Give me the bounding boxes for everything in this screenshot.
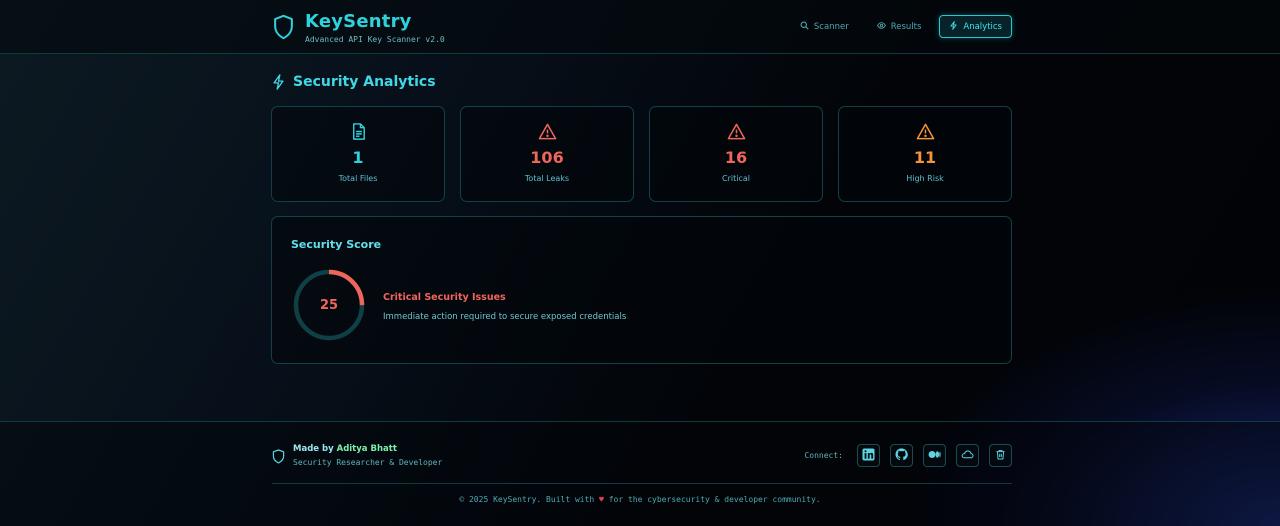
stat-card-total-leaks: 106 Total Leaks xyxy=(460,106,634,202)
author-role: Security Researcher & Developer xyxy=(293,458,443,467)
shield-icon xyxy=(272,444,285,468)
shield-icon xyxy=(272,14,295,44)
nav-analytics-button[interactable]: Analytics xyxy=(939,15,1012,38)
stat-value: 106 xyxy=(530,148,564,167)
stat-card-total-files: 1 Total Files xyxy=(271,106,445,202)
top-header: KeySentry Advanced API Key Scanner v2.0 … xyxy=(0,0,1280,54)
score-status-title: Critical Security Issues xyxy=(383,292,506,303)
score-status-description: Immediate action required to secure expo… xyxy=(383,312,627,322)
social-links: Connect: xyxy=(804,444,1012,467)
linkedin-icon xyxy=(862,446,875,465)
section-title: Security Analytics xyxy=(293,74,436,90)
stat-label: Total Leaks xyxy=(524,174,570,183)
lightning-icon xyxy=(949,20,958,33)
stat-value: 1 xyxy=(352,148,364,167)
trash-icon xyxy=(994,446,1007,465)
nav-analytics-label: Analytics xyxy=(963,21,1002,32)
nav-results-label: Results xyxy=(890,21,922,32)
stat-label: High Risk xyxy=(906,174,944,183)
alert-triangle-icon xyxy=(461,122,633,141)
alert-triangle-icon xyxy=(839,122,1011,141)
copyright-text: © 2025 KeySentry. Built with ♥ for the c… xyxy=(0,495,1280,504)
nav-scanner-label: Scanner xyxy=(813,21,849,32)
stat-value: 11 xyxy=(913,148,937,167)
file-icon xyxy=(272,122,444,141)
linkedin-button[interactable] xyxy=(857,444,880,467)
author-name-link[interactable]: Aditya Bhatt xyxy=(337,444,397,454)
trash-button[interactable] xyxy=(989,444,1012,467)
cloud-button[interactable] xyxy=(956,444,979,467)
footer: Made by Aditya Bhatt Security Researcher… xyxy=(0,421,1280,526)
made-by-label: Made by xyxy=(293,444,334,454)
app-title: KeySentry xyxy=(305,11,412,32)
heart-icon: ♥ xyxy=(599,495,604,504)
lightning-icon xyxy=(272,74,285,90)
nav-results-button[interactable]: Results xyxy=(867,15,932,38)
stat-card-critical: 16 Critical xyxy=(649,106,823,202)
github-icon xyxy=(895,446,908,465)
section-heading: Security Analytics xyxy=(272,74,436,90)
eye-icon xyxy=(876,21,886,33)
score-title: Security Score xyxy=(291,238,382,251)
medium-icon xyxy=(928,446,941,465)
stat-label: Critical xyxy=(722,174,750,183)
copyright-prefix: © 2025 KeySentry. Built with xyxy=(459,495,595,504)
nav-scanner-button[interactable]: Scanner xyxy=(790,15,859,38)
stat-label: Total Files xyxy=(338,174,378,183)
author-block: Made by Aditya Bhatt Security Researcher… xyxy=(272,444,442,468)
score-value: 25 xyxy=(319,297,339,313)
stats-cards: 1 Total Files 106 Total Leaks 16 Critica… xyxy=(271,106,1012,202)
cloud-icon xyxy=(961,446,974,465)
search-icon xyxy=(800,21,809,33)
github-button[interactable] xyxy=(890,444,913,467)
medium-button[interactable] xyxy=(923,444,946,467)
app-subtitle: Advanced API Key Scanner v2.0 xyxy=(305,35,445,44)
security-score-panel: Security Score 25 Critical Security Issu… xyxy=(271,216,1012,364)
connect-label: Connect: xyxy=(804,451,843,460)
stat-card-high-risk: 11 High Risk xyxy=(838,106,1012,202)
brand[interactable]: KeySentry Advanced API Key Scanner v2.0 xyxy=(272,13,445,45)
copyright-suffix: for the cybersecurity & developer commun… xyxy=(608,495,821,504)
stat-value: 16 xyxy=(724,148,748,167)
main-nav: Scanner Results Analytics xyxy=(790,15,1012,38)
alert-triangle-icon xyxy=(650,122,822,141)
footer-divider xyxy=(272,483,1012,484)
